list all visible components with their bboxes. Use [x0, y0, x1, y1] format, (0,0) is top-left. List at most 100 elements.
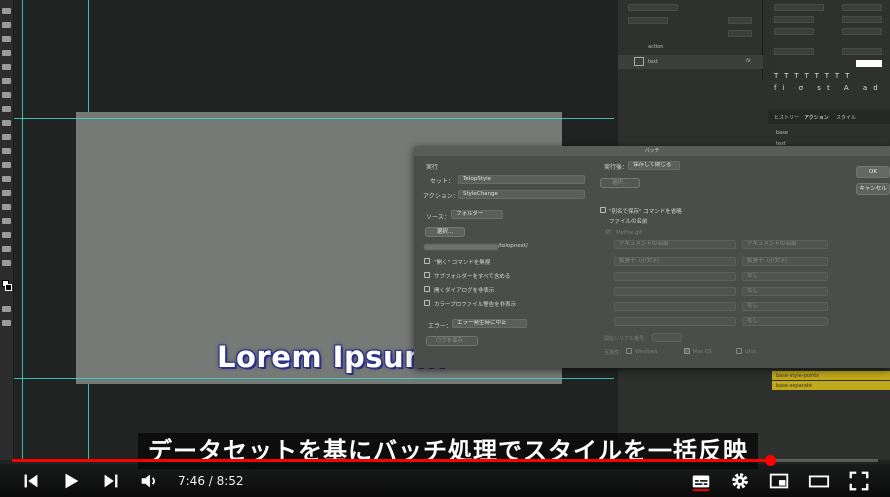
path-select-tool-icon[interactable] — [2, 218, 11, 224]
blur-tool-icon[interactable] — [2, 176, 11, 182]
previous-icon[interactable] — [20, 470, 42, 492]
screen-mode-icon[interactable] — [2, 320, 11, 326]
next-icon[interactable] — [100, 470, 122, 492]
layer-filter-select[interactable] — [628, 4, 678, 11]
tab-styles[interactable]: スタイル — [836, 114, 856, 121]
action-row-2[interactable]: base-separate — [772, 381, 890, 390]
time-display: 7:46 / 8:52 — [178, 474, 244, 488]
theater-mode-icon[interactable] — [808, 470, 830, 492]
background-color-swatch[interactable] — [5, 284, 12, 291]
player-controls-bar — [0, 464, 890, 497]
history-brush-tool-icon[interactable] — [2, 134, 11, 140]
set-select[interactable]: TelopStyle — [458, 175, 585, 184]
stamp-tool-icon[interactable] — [2, 120, 11, 126]
compat-windows-label: Windows — [635, 349, 658, 355]
scrubber-handle[interactable] — [765, 455, 776, 466]
tab-history[interactable]: ヒストリー — [774, 114, 799, 121]
character-panel: TTTTTTTT fi σ st A ad T 1st ½ — [770, 0, 890, 105]
video-player[interactable]: Lorem Ipsum. action text fx TTTTTTTT fi … — [0, 0, 890, 497]
blend-mode-select[interactable] — [628, 17, 668, 24]
action-select[interactable]: StyleChange — [458, 190, 585, 199]
suppress-open-label: "開く" コマンドを無視 — [434, 260, 491, 266]
compat-unix-checkbox[interactable] — [736, 348, 742, 354]
font-family-select[interactable] — [774, 4, 824, 11]
tracking-field[interactable] — [842, 28, 882, 35]
canvas-telop-text[interactable]: Lorem Ipsum. — [217, 340, 446, 374]
compat-macos-label: Mac OS — [693, 349, 712, 355]
error-select[interactable]: エラー発生時に中止 — [452, 319, 527, 328]
subtitles-icon[interactable] — [690, 470, 712, 492]
compat-windows-checkbox[interactable] — [626, 348, 632, 354]
hand-tool-icon[interactable] — [2, 246, 11, 252]
naming-field-6[interactable] — [614, 317, 736, 326]
eraser-tool-icon[interactable] — [2, 148, 11, 154]
naming-field-4[interactable] — [614, 287, 736, 296]
leading-field[interactable] — [842, 16, 882, 23]
panel-tabs: ヒストリー アクション スタイル — [768, 110, 890, 124]
ok-button[interactable]: OK — [856, 166, 890, 178]
suppress-profile-checkbox[interactable] — [424, 300, 430, 306]
opacity-field[interactable] — [728, 17, 752, 24]
text-style-buttons[interactable]: TTTTTTTT — [774, 72, 855, 80]
source-select[interactable]: フォルダー — [451, 210, 503, 219]
cancel-button[interactable]: キャンセル — [856, 183, 890, 195]
gradient-tool-icon[interactable] — [2, 162, 11, 168]
action-row-1[interactable]: base-style-points — [772, 371, 890, 380]
type-tool-icon[interactable] — [2, 204, 11, 210]
override-save-checkbox[interactable] — [600, 207, 606, 213]
naming-field-3[interactable] — [614, 272, 736, 281]
source-choose-button[interactable]: 選択... — [425, 227, 465, 237]
volume-icon[interactable] — [138, 470, 160, 492]
serial-number-field[interactable] — [652, 333, 682, 342]
text-color-swatch[interactable] — [856, 60, 882, 67]
fullscreen-icon[interactable] — [848, 470, 870, 492]
layer-row-text-selected[interactable]: text fx — [618, 55, 763, 69]
compat-macos-checkbox[interactable] — [684, 348, 690, 354]
quick-select-tool-icon[interactable] — [2, 50, 11, 56]
fx-icon[interactable]: fx — [746, 58, 751, 64]
destination-choose-button[interactable]: 選択... — [600, 178, 640, 188]
font-size-field[interactable] — [774, 16, 814, 23]
naming-select-4[interactable]: なし — [742, 287, 828, 296]
kerning-field[interactable] — [774, 28, 814, 35]
vertical-scale-field[interactable] — [774, 48, 814, 55]
naming-select-6[interactable]: なし — [742, 317, 828, 326]
quick-mask-icon[interactable] — [2, 306, 11, 312]
font-style-select[interactable] — [842, 4, 882, 11]
opentype-buttons[interactable]: fi σ st A ad T 1st ½ — [774, 84, 890, 92]
naming-select-5[interactable]: なし — [742, 302, 828, 311]
healing-tool-icon[interactable] — [2, 92, 11, 98]
crop-tool-icon[interactable] — [2, 64, 11, 70]
naming-select-2[interactable]: 拡張子（小文字） — [742, 257, 828, 266]
set-label: セット： — [430, 178, 455, 185]
tab-actions[interactable]: アクション — [804, 114, 829, 121]
marquee-tool-icon[interactable] — [2, 22, 11, 28]
save-log-button[interactable]: ログを保存... — [426, 336, 478, 346]
suppress-open-checkbox[interactable] — [424, 258, 430, 264]
layer-row-action[interactable]: action — [648, 44, 663, 50]
include-subfolders-checkbox[interactable] — [424, 272, 430, 278]
naming-select-3[interactable]: なし — [742, 272, 828, 281]
naming-select-1[interactable]: ドキュメントの名前 — [742, 240, 828, 249]
shape-tool-icon[interactable] — [2, 232, 11, 238]
eyedropper-tool-icon[interactable] — [2, 78, 11, 84]
file-naming-example: 例：MyFile.gif — [605, 230, 642, 236]
action-label: アクション： — [423, 193, 459, 200]
destination-select[interactable]: 保存して閉じる — [628, 161, 680, 170]
play-icon[interactable] — [60, 470, 82, 492]
fill-field[interactable] — [728, 30, 752, 37]
lasso-tool-icon[interactable] — [2, 36, 11, 42]
move-tool-icon[interactable] — [2, 8, 11, 14]
naming-field-1[interactable]: ドキュメントの名前 — [614, 240, 736, 249]
miniplayer-icon[interactable] — [768, 470, 790, 492]
suppress-dialog-checkbox[interactable] — [424, 286, 430, 292]
horizontal-scale-field[interactable] — [842, 48, 882, 55]
brush-tool-icon[interactable] — [2, 106, 11, 112]
naming-field-5[interactable] — [614, 302, 736, 311]
history-item-base[interactable]: base — [776, 130, 788, 136]
naming-field-2[interactable]: 拡張子（小文字） — [614, 257, 736, 266]
zoom-tool-icon[interactable] — [2, 260, 11, 266]
dialog-title: バッチ — [414, 146, 890, 156]
dodge-tool-icon[interactable] — [2, 190, 11, 196]
settings-gear-icon[interactable] — [729, 470, 751, 492]
